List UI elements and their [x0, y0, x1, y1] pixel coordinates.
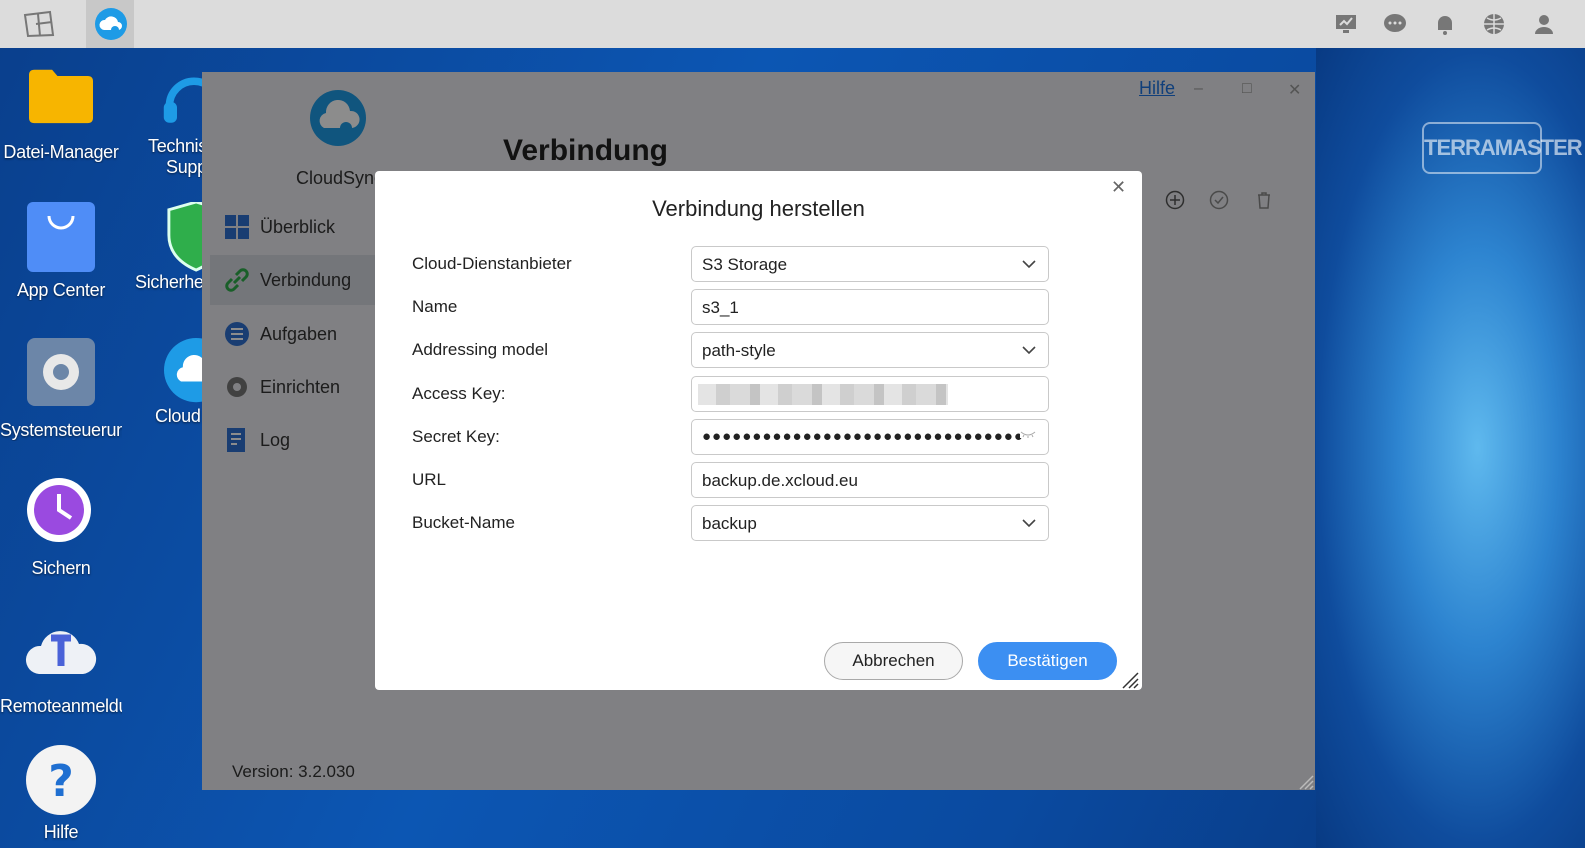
- desktop-icon-label: Datei-Manager: [3, 142, 119, 162]
- desktop-icon-tech-support[interactable]: Technis Supp: [128, 68, 202, 178]
- name-input[interactable]: s3_1: [691, 289, 1049, 325]
- url-label: URL: [412, 470, 447, 489]
- access-key-row: Access Key:: [412, 376, 1049, 412]
- addressing-row: Addressing model path-style: [412, 332, 1049, 368]
- secret-key-value: ●●●●●●●●●●●●●●●●●●●●●●●●●●●●●●●●: [702, 428, 1024, 445]
- access-key-input[interactable]: [691, 376, 1049, 412]
- brand-logo: TERRAMASTER: [1422, 122, 1583, 174]
- monitor-icon[interactable]: [1334, 12, 1358, 36]
- cancel-button[interactable]: Abbrechen: [824, 642, 963, 680]
- globe-icon[interactable]: [1482, 12, 1506, 36]
- chevron-down-icon: [1022, 260, 1036, 269]
- bucket-value: backup: [702, 514, 757, 533]
- desktop-icon-label: Sicherhe: [135, 272, 202, 292]
- addressing-label: Addressing model: [412, 340, 549, 359]
- desktop-icon-system-settings[interactable]: Systemsteuerun: [0, 338, 122, 441]
- addressing-value: path-style: [702, 341, 776, 360]
- url-input[interactable]: backup.de.xcloud.eu: [691, 462, 1049, 498]
- access-key-label: Access Key:: [412, 384, 506, 403]
- chevron-down-icon: [1022, 519, 1036, 528]
- desktop-icon-label: App Center: [16, 280, 106, 300]
- folder-icon: [29, 69, 93, 124]
- url-row: URL backup.de.xcloud.eu: [412, 462, 1049, 498]
- confirm-button[interactable]: Bestätigen: [978, 642, 1117, 680]
- user-icon[interactable]: [1532, 12, 1556, 36]
- taskbar: [0, 0, 1585, 48]
- shopping-bag-icon: [27, 202, 95, 272]
- addressing-select[interactable]: path-style: [691, 332, 1049, 368]
- headset-icon: [163, 77, 202, 123]
- bell-icon[interactable]: [1433, 12, 1457, 36]
- cloudsync-icon: [95, 8, 127, 40]
- cloud-t-icon: [25, 631, 97, 674]
- help-icon: ?: [26, 745, 96, 815]
- desktop-icon-remote-login[interactable]: Remoteanmeldu: [0, 614, 122, 717]
- dialog-title: Verbindung herstellen: [652, 196, 865, 221]
- shield-icon: [167, 202, 202, 272]
- chat-icon[interactable]: [1383, 12, 1407, 36]
- dialog-resize-handle-icon[interactable]: [1121, 671, 1139, 689]
- desktop-icon-label: Systemsteuerun: [0, 420, 122, 440]
- desktop-icon-label: Remoteanmeldu: [0, 696, 122, 716]
- provider-value: S3 Storage: [702, 255, 788, 274]
- desktop-toggle-icon[interactable]: [22, 10, 56, 38]
- name-label: Name: [412, 297, 458, 316]
- bucket-row: Bucket-Name backup: [412, 505, 1049, 541]
- desktop-icon-label: Technis: [148, 136, 202, 156]
- desktop-icon-file-manager[interactable]: Datei-Manager: [0, 68, 122, 163]
- chevron-down-icon: [1022, 346, 1036, 355]
- desktop-icon-app-center[interactable]: App Center: [0, 202, 122, 301]
- taskbar-cloudsync-button[interactable]: [86, 0, 134, 48]
- name-row: Name s3_1: [412, 289, 1049, 325]
- url-value: backup.de.xcloud.eu: [702, 471, 858, 490]
- redacted-value: [698, 384, 948, 405]
- desktop-icon-security[interactable]: Sicherhe: [128, 202, 202, 293]
- desktop-icon-label: Sichern: [31, 558, 91, 578]
- desktop-icon-help[interactable]: ? Hilfe: [0, 744, 122, 843]
- desktop-icon-label: Cloud: [155, 406, 201, 426]
- secret-key-row: Secret Key: ●●●●●●●●●●●●●●●●●●●●●●●●●●●●…: [412, 419, 1049, 455]
- clock-backup-icon: [27, 478, 91, 542]
- gear-icon: [27, 338, 95, 406]
- provider-label: Cloud-Dienstanbieter: [412, 254, 572, 273]
- connection-dialog: Verbindung herstellen ✕ Cloud-Dienstanbi…: [375, 171, 1142, 690]
- bucket-label: Bucket-Name: [412, 513, 515, 532]
- name-value: s3_1: [702, 298, 739, 317]
- bucket-select[interactable]: backup: [691, 505, 1049, 541]
- desktop-icon-cloudsync[interactable]: Cloud: [128, 338, 202, 427]
- desktop-icon-label-line2: Supp: [166, 157, 202, 177]
- provider-select[interactable]: S3 Storage: [691, 246, 1049, 282]
- provider-row: Cloud-Dienstanbieter S3 Storage: [412, 246, 1049, 282]
- secret-key-input[interactable]: ●●●●●●●●●●●●●●●●●●●●●●●●●●●●●●●●: [691, 419, 1049, 455]
- desktop-icon-label: Hilfe: [43, 822, 79, 842]
- desktop-icon-backup[interactable]: Sichern: [0, 476, 122, 579]
- secret-key-label: Secret Key:: [412, 427, 500, 446]
- window-resize-handle-icon[interactable]: [1296, 772, 1314, 790]
- svg-text:?: ?: [48, 756, 74, 807]
- cloud-icon: [164, 338, 202, 403]
- dialog-close-icon[interactable]: ✕: [1111, 177, 1126, 198]
- hide-password-icon[interactable]: [1020, 430, 1036, 438]
